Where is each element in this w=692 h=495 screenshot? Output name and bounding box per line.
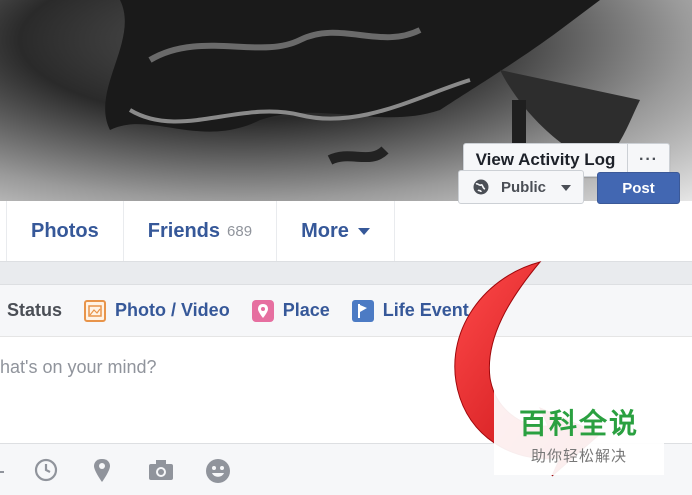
- location-pin-icon[interactable]: [92, 458, 112, 484]
- watermark-title: 百科全说: [518, 407, 639, 440]
- status-input[interactable]: hat's on your mind?: [0, 357, 157, 378]
- tab-label: Photos: [31, 219, 99, 242]
- watermark-subtitle: 助你轻松解决: [530, 447, 627, 465]
- photo-icon: [84, 299, 107, 322]
- audience-selector[interactable]: Public: [458, 170, 584, 204]
- flag-icon: [351, 299, 374, 322]
- audience-label: Public: [501, 178, 547, 196]
- composer-tab-photo-video[interactable]: Photo / Video: [84, 299, 230, 322]
- post-button[interactable]: Post: [597, 172, 680, 204]
- tab-more[interactable]: More: [277, 201, 395, 261]
- composer-tab-place[interactable]: Place: [251, 299, 330, 322]
- composer-tab-label: Status: [7, 300, 63, 320]
- tab-label: Friends: [147, 219, 221, 242]
- tab-photos[interactable]: Photos: [6, 201, 124, 261]
- caret-down-icon: [561, 185, 571, 191]
- clock-icon[interactable]: [34, 458, 58, 482]
- smiley-icon[interactable]: [205, 458, 231, 484]
- map-pin-icon: [251, 299, 274, 322]
- watermark: 百科全说 助你轻松解决: [494, 389, 664, 475]
- composer-tab-label: Photo / Video: [115, 300, 230, 320]
- timeline-tabs: Photos Friends 689 More: [0, 201, 692, 262]
- composer-tab-status[interactable]: Status: [7, 300, 62, 321]
- tab-friends[interactable]: Friends 689: [124, 201, 278, 261]
- camera-icon[interactable]: [148, 458, 174, 482]
- globe-icon: [473, 179, 489, 195]
- tab-label: More: [301, 219, 349, 242]
- tag-icon[interactable]: [0, 458, 8, 482]
- caret-down-icon: [357, 227, 370, 235]
- friends-count: 689: [227, 222, 253, 240]
- composer-tab-label: Place: [282, 300, 330, 320]
- cover-photo: View Activity Log ···: [0, 0, 692, 201]
